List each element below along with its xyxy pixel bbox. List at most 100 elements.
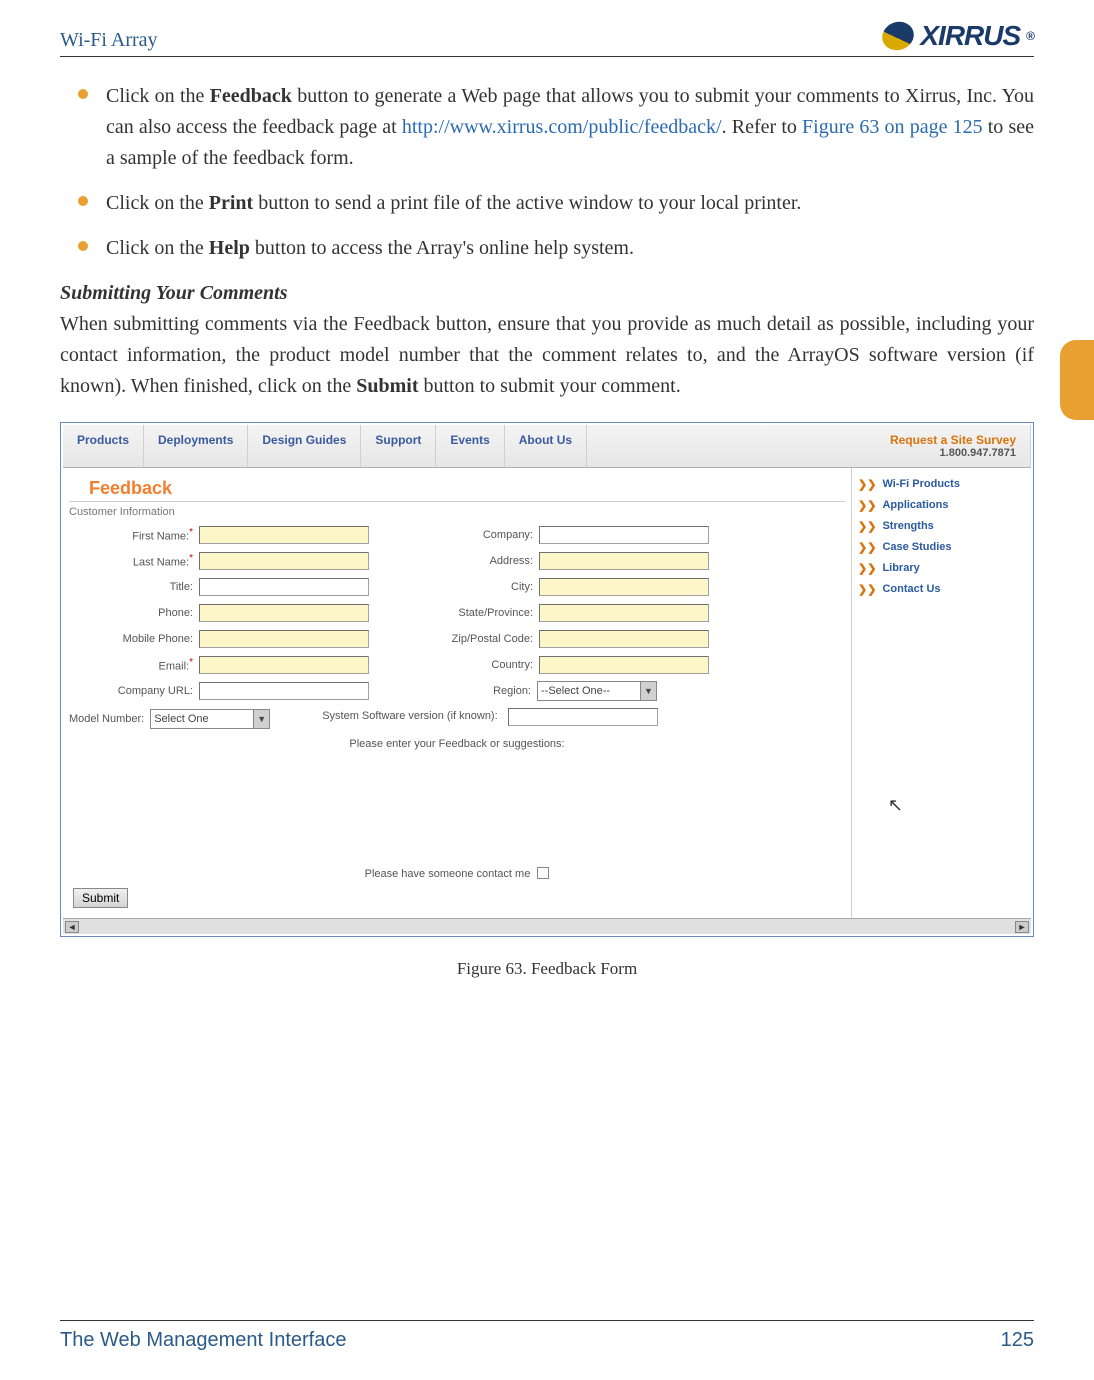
bullet-icon: [78, 241, 88, 251]
email-input[interactable]: [199, 656, 369, 674]
logo-text: XIRRUS: [920, 20, 1020, 52]
page-footer: The Web Management Interface 125: [60, 1320, 1034, 1352]
nav-tab-events[interactable]: Events: [436, 425, 504, 467]
cta-text: Request a Site Survey: [890, 433, 1016, 447]
sidebar-link-contact[interactable]: Contact Us: [882, 583, 940, 596]
chevron-down-icon: ▼: [253, 710, 269, 728]
feedback-textarea[interactable]: [108, 754, 806, 859]
cta-phone: 1.800.947.7871: [601, 447, 1016, 459]
text: . Refer to: [722, 116, 802, 138]
model-value: Select One: [154, 713, 208, 725]
nav-tab-deployments[interactable]: Deployments: [144, 425, 248, 467]
chevron-right-icon: ❯❯: [858, 541, 876, 554]
zip-label: Zip/Postal Code:: [452, 633, 533, 645]
footer-page-number: 125: [1001, 1329, 1034, 1352]
phone-label: Phone:: [158, 607, 193, 619]
company-label: Company:: [483, 529, 533, 541]
software-version-label: System Software version (if known):: [322, 710, 497, 723]
chevron-down-icon: ▼: [640, 682, 656, 700]
text: button to submit your comment.: [418, 375, 680, 397]
sidebar-link-applications[interactable]: Applications: [882, 499, 948, 512]
text: Click on the: [106, 192, 209, 214]
submit-bold: Submit: [356, 375, 418, 397]
company-url-input[interactable]: [199, 682, 369, 700]
figure-screenshot: Products Deployments Design Guides Suppo…: [60, 422, 1034, 937]
sidebar-link-case-studies[interactable]: Case Studies: [882, 541, 951, 554]
region-value: --Select One--: [541, 685, 610, 697]
software-version-input[interactable]: [508, 708, 658, 726]
text: Click on the: [106, 237, 209, 259]
chevron-right-icon: ❯❯: [858, 562, 876, 575]
last-name-input[interactable]: [199, 552, 369, 570]
contact-me-label: Please have someone contact me: [365, 868, 531, 880]
section-body: When submitting comments via the Feedbac…: [60, 309, 1034, 402]
phone-input[interactable]: [199, 604, 369, 622]
first-name-label: First Name:*: [132, 527, 193, 543]
page-side-tab: [1060, 340, 1094, 420]
text: button to access the Array's online help…: [250, 237, 634, 259]
mobile-label: Mobile Phone:: [123, 633, 193, 645]
sidebar-link-library[interactable]: Library: [882, 562, 919, 575]
figure-crossref-link[interactable]: Figure 63 on page 125: [802, 116, 983, 138]
nav-tab-products[interactable]: Products: [63, 425, 144, 467]
section-heading: Submitting Your Comments: [60, 282, 1034, 305]
figure-caption: Figure 63. Feedback Form: [60, 959, 1034, 979]
chevron-right-icon: ❯❯: [858, 583, 876, 596]
city-input[interactable]: [539, 578, 709, 596]
print-bold: Print: [209, 192, 253, 214]
text: button to send a print file of the activ…: [253, 192, 801, 214]
contact-me-line: Please have someone contact me: [69, 867, 845, 880]
feedback-prompt: Please enter your Feedback or suggestion…: [69, 738, 845, 750]
feedback-url-link[interactable]: http://www.xirrus.com/public/feedback/: [402, 116, 722, 138]
chevron-right-icon: ❯❯: [858, 478, 876, 491]
title-input[interactable]: [199, 578, 369, 596]
zip-input[interactable]: [539, 630, 709, 648]
city-label: City:: [511, 581, 533, 593]
state-label: State/Province:: [458, 607, 533, 619]
title-label: Title:: [170, 581, 193, 593]
bullet-icon: [78, 196, 88, 206]
cursor-icon: ↖: [888, 795, 903, 816]
sidebar-link-strengths[interactable]: Strengths: [882, 520, 933, 533]
customer-info-label: Customer Information: [69, 504, 845, 524]
bullet-icon: [78, 89, 88, 99]
nav-tab-cta[interactable]: Request a Site Survey 1.800.947.7871: [587, 425, 1031, 467]
country-input[interactable]: [539, 656, 709, 674]
nav-tab-design-guides[interactable]: Design Guides: [248, 425, 361, 467]
horizontal-scrollbar[interactable]: ◄ ►: [63, 918, 1031, 934]
region-select[interactable]: --Select One-- ▼: [537, 681, 657, 701]
scroll-right-icon[interactable]: ►: [1015, 921, 1029, 933]
contact-me-checkbox[interactable]: [537, 867, 549, 879]
scroll-left-icon[interactable]: ◄: [65, 921, 79, 933]
nav-tab-support[interactable]: Support: [361, 425, 436, 467]
chevron-right-icon: ❯❯: [858, 499, 876, 512]
address-label: Address:: [490, 555, 533, 567]
company-url-label: Company URL:: [118, 685, 193, 697]
nav-tab-about[interactable]: About Us: [505, 425, 587, 467]
first-name-input[interactable]: [199, 526, 369, 544]
brand-logo: XIRRUS ®: [882, 20, 1034, 52]
feedback-title: Feedback: [69, 474, 845, 502]
model-number-select[interactable]: Select One ▼: [150, 709, 270, 729]
email-label: Email:*: [159, 657, 193, 673]
feedback-bold: Feedback: [210, 85, 292, 107]
sidebar-links: ❯❯ Wi-Fi Products ❯❯ Applications ❯❯ Streng…: [851, 468, 1031, 918]
bullet-item: Click on the Print button to send a prin…: [60, 188, 1034, 219]
logo-registered: ®: [1026, 29, 1034, 43]
model-number-label: Model Number:: [69, 713, 144, 725]
nav-tabs: Products Deployments Design Guides Suppo…: [63, 425, 1031, 468]
page-header-title: Wi-Fi Array: [60, 29, 158, 52]
text: Click on the: [106, 85, 210, 107]
bullet-item: Click on the Feedback button to generate…: [60, 81, 1034, 174]
mobile-input[interactable]: [199, 630, 369, 648]
country-label: Country:: [491, 659, 533, 671]
state-input[interactable]: [539, 604, 709, 622]
submit-button[interactable]: Submit: [73, 888, 128, 908]
company-input[interactable]: [539, 526, 709, 544]
bullet-item: Click on the Help button to access the A…: [60, 233, 1034, 264]
sidebar-link-products[interactable]: Wi-Fi Products: [882, 478, 960, 491]
logo-swirl-icon: [879, 17, 919, 54]
address-input[interactable]: [539, 552, 709, 570]
footer-section-title: The Web Management Interface: [60, 1329, 346, 1352]
chevron-right-icon: ❯❯: [858, 520, 876, 533]
